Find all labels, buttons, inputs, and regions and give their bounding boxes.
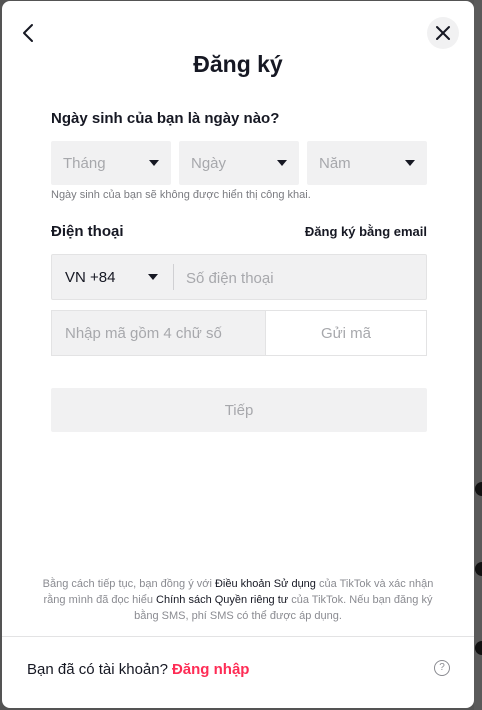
background-page: [474, 0, 482, 710]
country-code-value: VN +84: [65, 268, 116, 286]
caret-down-icon: [148, 274, 158, 280]
caret-down-icon: [149, 160, 159, 166]
back-button[interactable]: [16, 21, 40, 45]
footer-divider: [2, 636, 474, 637]
month-placeholder: Tháng: [63, 154, 106, 172]
year-select[interactable]: Năm: [307, 141, 427, 185]
chevron-left-icon: [23, 24, 33, 42]
country-code-select[interactable]: VN +84: [52, 255, 172, 299]
caret-down-icon: [277, 160, 287, 166]
day-placeholder: Ngày: [191, 154, 227, 172]
login-link[interactable]: Đăng nhập: [172, 661, 250, 678]
background-icon: [475, 641, 482, 655]
privacy-policy-link[interactable]: Chính sách Quyền riêng tư: [156, 594, 288, 606]
close-icon: [436, 26, 450, 40]
phone-field: VN +84: [51, 254, 438, 301]
signup-with-email-link[interactable]: Đăng ký bằng email: [305, 224, 427, 239]
phone-label: Điện thoại: [51, 223, 124, 240]
background-icon: [475, 562, 482, 576]
next-button[interactable]: Tiếp: [51, 388, 427, 432]
terms-of-use-link[interactable]: Điều khoản Sử dụng: [215, 578, 316, 590]
terms-notice: Bằng cách tiếp tục, bạn đồng ý với Điều …: [42, 576, 434, 624]
background-icon: [475, 482, 482, 496]
day-select[interactable]: Ngày: [179, 141, 299, 185]
footer: Bạn đã có tài khoản? Đăng nhập: [27, 661, 249, 678]
verification-code-input[interactable]: [51, 310, 265, 356]
phone-number-input[interactable]: [174, 255, 438, 301]
month-select[interactable]: Tháng: [51, 141, 171, 185]
year-placeholder: Năm: [319, 154, 351, 172]
close-button[interactable]: [427, 17, 459, 49]
terms-text: Bằng cách tiếp tục, bạn đồng ý với: [42, 578, 215, 590]
send-code-button[interactable]: Gửi mã: [265, 310, 427, 356]
birthday-label: Ngày sinh của bạn là ngày nào?: [51, 110, 280, 127]
modal-title: Đăng ký: [193, 51, 283, 77]
signup-modal: Đăng ký Ngày sinh của bạn là ngày nào? T…: [2, 1, 474, 708]
caret-down-icon: [405, 160, 415, 166]
birthday-hint: Ngày sinh của bạn sẽ không được hiển thị…: [51, 189, 311, 201]
have-account-text: Bạn đã có tài khoản?: [27, 661, 168, 678]
question-circle-icon[interactable]: ?: [434, 660, 450, 676]
